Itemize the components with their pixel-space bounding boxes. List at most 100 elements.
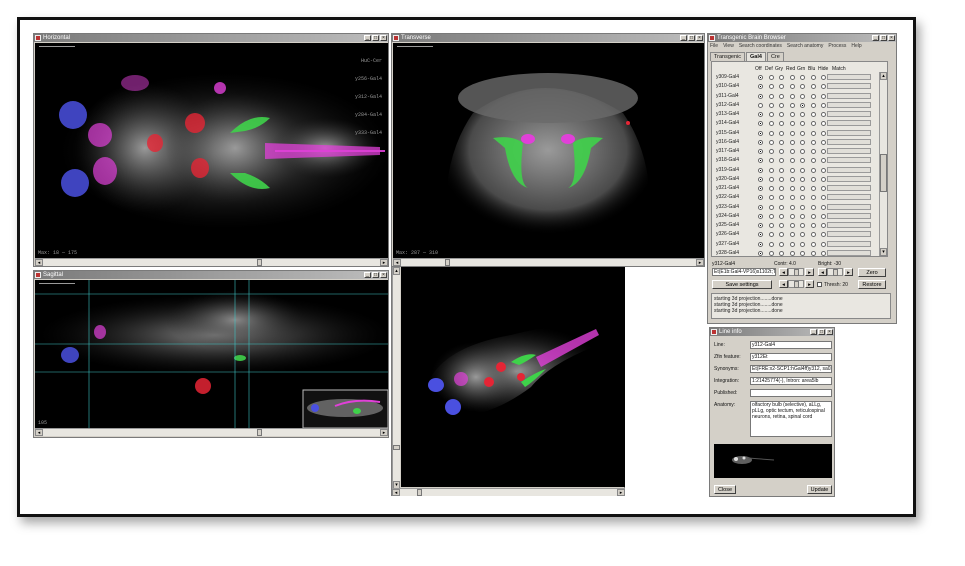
channel-radio[interactable] [789, 102, 795, 108]
channel-radio[interactable] [800, 204, 805, 210]
integration-field[interactable]: 1:21425774(-), Intron: area5lb [750, 377, 832, 385]
channel-radio[interactable] [821, 84, 826, 90]
channel-radio[interactable] [800, 93, 805, 99]
channel-radio[interactable] [779, 195, 784, 201]
channel-radio[interactable] [789, 223, 795, 228]
minimize-button[interactable]: _ [810, 329, 817, 335]
channel-radio[interactable] [758, 139, 763, 145]
published-field[interactable] [750, 389, 832, 397]
channel-radio[interactable] [758, 176, 763, 182]
channel-radio[interactable] [758, 75, 763, 80]
maximize-button[interactable]: □ [688, 35, 695, 41]
channel-radio[interactable] [779, 158, 784, 164]
channel-radio[interactable] [789, 241, 795, 247]
channel-radio[interactable] [810, 139, 816, 145]
channel-radio[interactable] [779, 204, 784, 210]
channel-radio[interactable] [800, 130, 805, 136]
channel-radio[interactable] [789, 213, 795, 219]
channel-radio[interactable] [768, 195, 774, 201]
channel-radio[interactable] [758, 102, 763, 108]
scroll-thumb[interactable] [257, 259, 262, 266]
scroll-right-arrow[interactable]: ▸ [617, 489, 625, 496]
menu-help[interactable]: Help [851, 43, 861, 49]
channel-radio[interactable] [789, 195, 795, 201]
scroll-left-arrow[interactable]: ◂ [35, 429, 43, 436]
channel-radio[interactable] [758, 232, 763, 238]
horizontal-titlebar[interactable]: Horizontal _ □ × [34, 34, 388, 42]
table-row[interactable]: y323-Gal4 [715, 203, 883, 212]
channel-radio[interactable] [810, 102, 816, 108]
close-button[interactable]: × [380, 35, 387, 41]
channel-radio[interactable] [779, 84, 784, 90]
line-table-scrollbar[interactable]: ▴ ▾ [879, 72, 887, 256]
menu-view[interactable]: View [723, 43, 734, 49]
channel-radio[interactable] [768, 112, 774, 117]
menu-search-anatomy[interactable]: Search anatomy [787, 43, 823, 49]
channel-radio[interactable] [768, 149, 774, 154]
channel-radio[interactable] [821, 176, 826, 182]
scroll-left-arrow[interactable]: ◂ [393, 259, 401, 266]
table-row[interactable]: y321-Gal4 [715, 184, 883, 193]
channel-radio[interactable] [810, 232, 816, 238]
construct-field[interactable]: Et(E1b:Gal4-VP16)s1102t;Tg(UAS:Kaede)s19… [712, 268, 776, 276]
channel-radio[interactable] [758, 186, 763, 191]
channel-radio[interactable] [821, 130, 826, 136]
channel-radio[interactable] [800, 241, 805, 247]
table-row[interactable]: y310-Gal4 [715, 82, 883, 91]
channel-radio[interactable] [821, 223, 826, 228]
bright-up-button[interactable]: ▸ [844, 268, 853, 276]
channel-radio[interactable] [768, 204, 774, 210]
table-row[interactable]: y315-Gal4 [715, 129, 883, 138]
channel-radio[interactable] [800, 112, 805, 117]
channel-radio[interactable] [758, 112, 763, 117]
channel-radio[interactable] [810, 186, 816, 191]
contrast-down-button[interactable]: ◂ [779, 268, 788, 276]
channel-radio[interactable] [810, 195, 816, 201]
channel-radio[interactable] [810, 241, 816, 247]
channel-radio[interactable] [800, 223, 805, 228]
table-row[interactable]: y326-Gal4 [715, 230, 883, 239]
channel-radio[interactable] [768, 223, 774, 228]
channel-radio[interactable] [789, 130, 795, 136]
maximize-button[interactable]: □ [372, 272, 379, 278]
menu-search-coordinates[interactable]: Search coordinates [739, 43, 782, 49]
channel-radio[interactable] [789, 84, 795, 90]
channel-radio[interactable] [789, 75, 795, 80]
channel-radio[interactable] [810, 158, 816, 164]
channel-radio[interactable] [821, 195, 826, 201]
channel-radio[interactable] [758, 223, 763, 228]
thresh-up-button[interactable]: ▸ [805, 280, 814, 288]
channel-radio[interactable] [758, 121, 763, 127]
channel-radio[interactable] [800, 167, 805, 173]
channel-radio[interactable] [779, 232, 784, 238]
channel-radio[interactable] [789, 186, 795, 191]
channel-radio[interactable] [810, 176, 816, 182]
close-info-button[interactable]: Close [714, 485, 736, 494]
channel-radio[interactable] [768, 93, 774, 99]
transverse-titlebar[interactable]: Transverse _ □ × [392, 34, 704, 42]
zero-button[interactable]: Zero [858, 268, 886, 277]
channel-radio[interactable] [768, 158, 774, 164]
table-row[interactable]: y316-Gal4 [715, 138, 883, 147]
channel-radio[interactable] [800, 232, 805, 238]
channel-radio[interactable] [800, 186, 805, 191]
scroll-up-arrow[interactable]: ▴ [393, 267, 400, 275]
channel-radio[interactable] [779, 213, 784, 219]
channel-radio[interactable] [779, 250, 784, 256]
channel-radio[interactable] [810, 250, 816, 256]
table-row[interactable]: y314-Gal4 [715, 119, 883, 128]
menu-process[interactable]: Process [828, 43, 846, 49]
channel-radio[interactable] [768, 75, 774, 80]
channel-radio[interactable] [821, 102, 826, 108]
channel-radio[interactable] [821, 93, 826, 99]
channel-radio[interactable] [768, 213, 774, 219]
thresh-checkbox[interactable] [817, 282, 822, 287]
channel-radio[interactable] [768, 232, 774, 238]
maximize-button[interactable]: □ [818, 329, 825, 335]
anatomy-field[interactable]: olfactory bulb (selective), aLLg, pLLg, … [750, 401, 832, 437]
channel-radio[interactable] [768, 250, 774, 256]
table-row[interactable]: y317-Gal4 [715, 147, 883, 156]
table-row[interactable]: y319-Gal4 [715, 166, 883, 175]
channel-radio[interactable] [821, 204, 826, 210]
bright-down-button[interactable]: ◂ [818, 268, 827, 276]
